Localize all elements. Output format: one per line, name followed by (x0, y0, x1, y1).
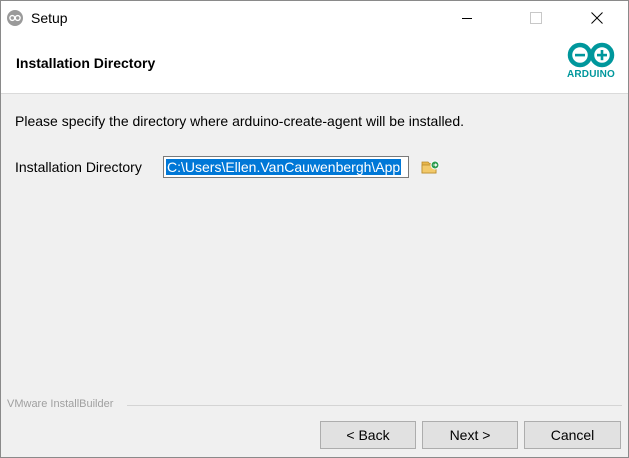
maximize-button[interactable] (513, 1, 559, 35)
minimize-icon (462, 17, 472, 19)
header-panel: Installation Directory ARDUINO (1, 35, 628, 94)
title-bar: Setup (1, 1, 628, 35)
folder-browse-icon (421, 160, 440, 174)
close-button[interactable] (574, 1, 620, 35)
installer-brand: VMware InstallBuilder (7, 398, 114, 410)
page-title: Installation Directory (16, 55, 156, 71)
setup-window: Setup Installation Directory ARDUINO Ple… (0, 0, 629, 458)
arduino-logo-icon (567, 42, 615, 68)
directory-input[interactable]: C:\Users\Ellen.VanCauwenbergh\App (163, 156, 409, 178)
footer-divider (127, 405, 622, 406)
logo-text: ARDUINO (566, 69, 616, 80)
cancel-button[interactable]: Cancel (524, 421, 621, 449)
directory-value: C:\Users\Ellen.VanCauwenbergh\App (166, 159, 402, 175)
browse-folder-button[interactable] (421, 158, 441, 176)
maximize-icon (530, 12, 542, 24)
back-button[interactable]: < Back (320, 421, 416, 449)
window-title: Setup (31, 10, 68, 26)
arduino-logo: ARDUINO (563, 42, 619, 84)
next-button[interactable]: Next > (422, 421, 518, 449)
directory-label: Installation Directory (15, 159, 142, 175)
instruction-text: Please specify the directory where ardui… (15, 113, 465, 129)
arduino-app-icon (7, 10, 23, 26)
minimize-button[interactable] (444, 1, 490, 35)
close-icon (591, 12, 603, 24)
